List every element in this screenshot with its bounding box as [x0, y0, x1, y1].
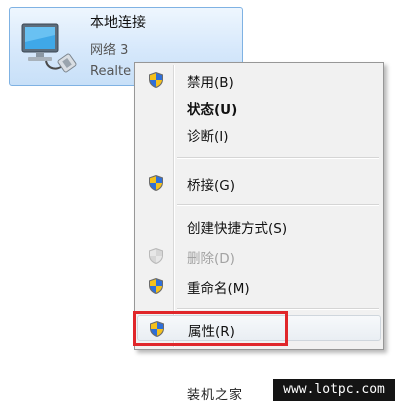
watermark-text: 装机之家 — [187, 388, 244, 403]
adapter-name: 本地连接 — [90, 15, 146, 31]
uac-shield-icon — [147, 71, 165, 89]
watermark-url: www.lotpc.com — [273, 379, 395, 401]
network-computer-icon — [18, 18, 80, 80]
menu-separator — [177, 204, 379, 206]
menu-item-label: 诊断(I) — [187, 129, 229, 145]
menu-item-delete: 删除(D) — [137, 243, 381, 269]
uac-shield-icon — [147, 277, 165, 295]
menu-item-disable[interactable]: 禁用(B) — [137, 67, 381, 93]
menu-item-diagnose[interactable]: 诊断(I) — [137, 121, 381, 147]
adapter-device: Realte — [90, 64, 132, 79]
menu-item-status[interactable]: 状态(U) — [137, 94, 381, 120]
menu-item-create-shortcut[interactable]: 创建快捷方式(S) — [137, 213, 381, 239]
menu-item-label: 重命名(M) — [187, 281, 250, 297]
menu-item-rename[interactable]: 重命名(M) — [137, 273, 381, 299]
context-menu: 禁用(B) 状态(U) 诊断(I) 桥接(G) 创建快捷方式(S) 删除(D) … — [134, 62, 384, 350]
menu-item-bridge[interactable]: 桥接(G) — [137, 170, 381, 196]
menu-item-label: 禁用(B) — [187, 75, 234, 91]
highlight-box — [133, 311, 288, 346]
menu-item-label: 桥接(G) — [187, 178, 235, 194]
menu-separator — [177, 157, 379, 159]
uac-shield-icon — [147, 174, 165, 192]
adapter-network: 网络 3 — [90, 43, 129, 58]
menu-item-label: 删除(D) — [187, 251, 235, 267]
uac-shield-icon — [147, 247, 165, 265]
menu-item-label: 状态(U) — [187, 102, 238, 118]
menu-separator — [177, 308, 379, 310]
menu-item-label: 创建快捷方式(S) — [187, 221, 288, 237]
